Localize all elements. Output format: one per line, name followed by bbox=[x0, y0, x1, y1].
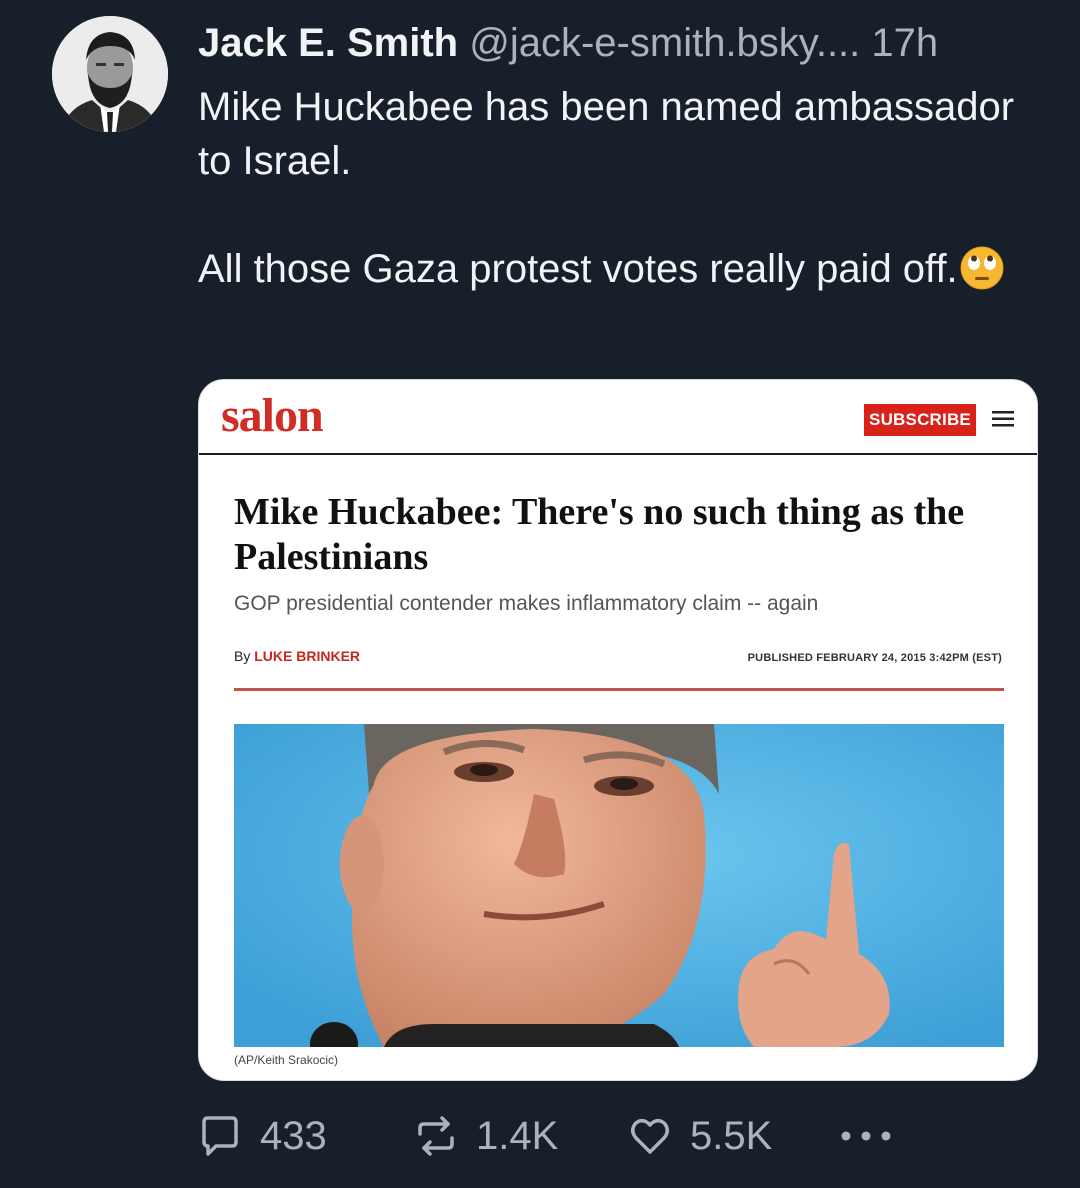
article-headline: Mike Huckabee: There's no such thing as … bbox=[234, 491, 965, 578]
action-bar: 433 1.4K 5.5K bbox=[198, 1108, 1058, 1164]
post-text-line-2-container: All those Gaza protest votes really paid… bbox=[198, 242, 1038, 304]
timestamp[interactable]: 17h bbox=[871, 21, 938, 65]
huckabee-photo bbox=[234, 724, 1004, 1047]
article-divider bbox=[234, 688, 1004, 691]
reply-count: 433 bbox=[260, 1113, 327, 1158]
reply-button[interactable]: 433 bbox=[198, 1108, 327, 1164]
byline-author: LUKE BRINKER bbox=[254, 648, 361, 664]
avatar[interactable] bbox=[52, 16, 168, 132]
eye-roll-emoji-icon bbox=[960, 246, 1004, 304]
repost-count: 1.4K bbox=[476, 1113, 559, 1158]
salon-logo: salon bbox=[221, 389, 324, 442]
hamburger-menu-icon bbox=[992, 410, 1014, 433]
more-options-button[interactable] bbox=[838, 1108, 894, 1164]
like-count: 5.5K bbox=[690, 1113, 773, 1158]
published-date: PUBLISHED FEBRUARY 24, 2015 3:42PM (EST) bbox=[747, 652, 1002, 664]
reply-icon bbox=[202, 1116, 238, 1156]
repost-button[interactable]: 1.4K bbox=[414, 1108, 558, 1164]
post-container: Jack E. Smith @jack-e-smith.bsky.... 17h… bbox=[0, 0, 1080, 1188]
display-name[interactable]: Jack E. Smith bbox=[198, 21, 458, 65]
heart-icon bbox=[631, 1119, 669, 1154]
article-photo bbox=[234, 724, 1004, 1047]
repost-icon bbox=[418, 1116, 454, 1156]
handle[interactable]: @jack-e-smith.bsky.... bbox=[469, 21, 860, 65]
masthead-divider bbox=[199, 453, 1037, 455]
post-text-line-2: All those Gaza protest votes really paid… bbox=[198, 247, 958, 291]
byline: By LUKE BRINKER bbox=[234, 648, 360, 664]
more-options-icon bbox=[841, 1131, 891, 1141]
subscribe-button: SUBSCRIBE bbox=[864, 404, 976, 436]
photo-credit: (AP/Keith Srakocic) bbox=[234, 1053, 339, 1067]
embedded-image[interactable]: salon SUBSCRIBE Mike Huckabee: There's n… bbox=[198, 379, 1038, 1081]
like-button[interactable]: 5.5K bbox=[628, 1108, 772, 1164]
post-header: Jack E. Smith @jack-e-smith.bsky.... 17h bbox=[198, 18, 1058, 68]
byline-prefix: By bbox=[234, 648, 255, 664]
avatar-portrait-icon bbox=[52, 16, 168, 132]
article-subheadline: GOP presidential contender makes inflamm… bbox=[234, 592, 819, 615]
post-text: Mike Huckabee has been named ambassador … bbox=[198, 80, 1038, 304]
post-text-line-1: Mike Huckabee has been named ambassador … bbox=[198, 85, 1015, 183]
